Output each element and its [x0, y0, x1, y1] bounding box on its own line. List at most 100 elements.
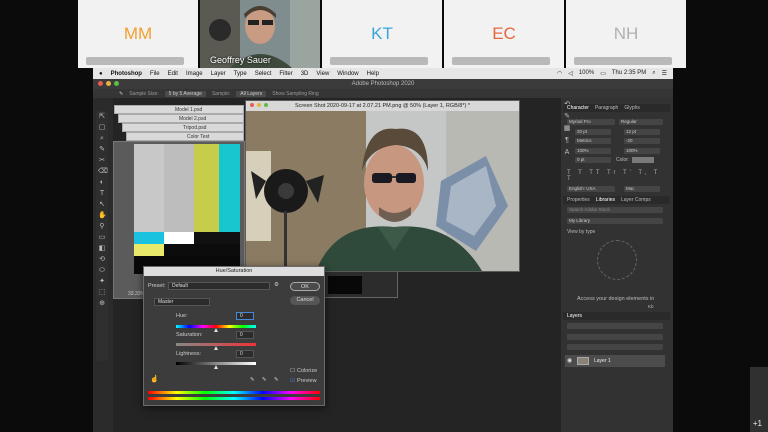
eyedropper-plus-icon[interactable]: ✎ — [262, 377, 267, 383]
doc-window-color-test[interactable]: Color Test — [126, 132, 244, 141]
zoom-tool-icon[interactable]: ⚲ — [98, 223, 106, 231]
frame-tool-icon[interactable]: ⬚ — [98, 289, 106, 297]
battery-text[interactable]: 100% — [579, 70, 594, 77]
participant-tile-ec[interactable]: EC — [444, 0, 564, 68]
paragraph-icon[interactable]: ¶ — [563, 137, 571, 145]
type-style-buttons[interactable]: T T TT Tr T' T, T T — [567, 170, 663, 182]
saturation-slider-thumb[interactable] — [214, 346, 218, 350]
layer-name[interactable]: Layer 1 — [594, 358, 611, 364]
library-search-input[interactable]: Search Adobe Stock — [567, 207, 663, 213]
show-sampling-ring-checkbox[interactable]: Show Sampling Ring — [272, 91, 318, 97]
menu-window[interactable]: Window — [337, 71, 358, 77]
move-tool-icon[interactable]: ⇱ — [98, 113, 106, 121]
eyedropper-icon[interactable]: ✎ — [119, 91, 123, 97]
lightness-slider-thumb[interactable] — [214, 365, 218, 369]
lock-row[interactable] — [567, 344, 663, 350]
colorize-label[interactable]: Colorize — [297, 368, 317, 374]
font-family-select[interactable]: Myriad Pro — [567, 119, 615, 125]
menu-select[interactable]: Select — [255, 71, 272, 77]
document-canvas[interactable] — [246, 111, 519, 271]
targeted-adjustment-hand-icon[interactable]: ☝ — [150, 375, 159, 383]
quick-select-tool-icon[interactable]: ✎ — [98, 146, 106, 154]
hue-value[interactable]: 0 — [236, 312, 254, 320]
menu-list-icon[interactable]: ☰ — [662, 70, 667, 77]
layer-row[interactable]: ◉ Layer 1 — [565, 355, 665, 367]
eraser-tool-icon[interactable]: ⌫ — [98, 168, 108, 176]
gradient-tool-icon[interactable]: ◧ — [98, 245, 106, 253]
layer-filter-row[interactable] — [567, 323, 663, 329]
menu-3d[interactable]: 3D — [301, 71, 309, 77]
dodge-tool-icon[interactable]: ◐ — [98, 179, 106, 187]
saturation-value[interactable]: 0 — [236, 331, 254, 339]
blend-mode-row[interactable] — [567, 334, 663, 340]
menu-help[interactable]: Help — [367, 71, 379, 77]
clock[interactable]: Thu 2:35 PM — [612, 70, 646, 77]
baseline-field[interactable]: 0 pt — [575, 157, 611, 163]
path-select-tool-icon[interactable]: ↖ — [98, 201, 106, 209]
eyedropper-icon[interactable]: ✎ — [250, 377, 255, 383]
zoom-dot-icon[interactable] — [264, 103, 268, 107]
tab-properties[interactable]: Properties — [567, 197, 590, 203]
marquee-tool-icon[interactable]: ▢ — [98, 124, 106, 132]
participant-tile-nh[interactable]: NH — [566, 0, 686, 68]
rectangle-tool-icon[interactable]: ▭ — [98, 234, 106, 242]
crop-tool-icon[interactable]: ✂ — [98, 157, 106, 165]
participant-tile-kt[interactable]: KT — [322, 0, 442, 68]
font-size-field[interactable]: 20 pt — [575, 129, 611, 135]
doc-window-tripod[interactable]: Tripod.psd — [122, 123, 244, 132]
anti-alias-select[interactable]: Mac — [624, 186, 660, 192]
library-select[interactable]: My Library — [567, 218, 663, 224]
dialog-title[interactable]: Hue/Saturation — [144, 267, 324, 276]
menu-filter[interactable]: Filter — [279, 71, 292, 77]
type-tool-icon[interactable]: T — [98, 190, 106, 198]
wifi-icon[interactable]: ◠ — [557, 70, 562, 77]
zoom-dot-icon[interactable] — [114, 81, 119, 86]
menu-view[interactable]: View — [316, 71, 329, 77]
character-icon[interactable]: A — [563, 149, 571, 157]
tab-glyphs[interactable]: Glyphs — [624, 105, 640, 111]
minimize-dot-icon[interactable] — [257, 103, 261, 107]
tab-layer-comps[interactable]: Layer Comps — [621, 197, 651, 203]
view-by-type[interactable]: View by type — [567, 229, 595, 235]
tab-layers[interactable]: Layers — [567, 313, 582, 319]
menu-file[interactable]: File — [150, 71, 160, 77]
eyedropper-minus-icon[interactable]: ✎ — [274, 377, 279, 383]
colorize-checkbox-icon[interactable]: ☐ — [290, 368, 295, 374]
more-participants-count[interactable]: +1 — [753, 419, 762, 428]
hand-tool-icon[interactable]: ✋ — [98, 212, 107, 220]
lightness-value[interactable]: 0 — [236, 350, 254, 358]
tab-paragraph[interactable]: Paragraph — [595, 105, 618, 111]
pen-tool-icon[interactable]: ⊕ — [98, 300, 106, 308]
sample-size-select[interactable]: 5 by 5 Average — [164, 90, 206, 97]
preview-label[interactable]: Preview — [297, 378, 317, 384]
swatches-icon[interactable]: ▦ — [563, 125, 571, 133]
channel-select[interactable]: Master — [154, 298, 210, 306]
leading-field[interactable]: 12 pt — [624, 129, 660, 135]
sample-select[interactable]: All Layers — [236, 90, 267, 97]
lasso-tool-icon[interactable]: ⌕ — [98, 135, 106, 143]
cancel-button[interactable]: Cancel — [290, 296, 320, 305]
menu-app-name[interactable]: Photoshop — [111, 71, 142, 77]
apple-icon[interactable]: ● — [99, 71, 103, 77]
history-brush-tool-icon[interactable]: ⟲ — [98, 256, 106, 264]
menu-layer[interactable]: Layer — [211, 71, 226, 77]
volume-icon[interactable]: ◁ — [568, 70, 573, 77]
doc-window-model1[interactable]: Model 1.psd — [114, 105, 244, 114]
close-dot-icon[interactable] — [250, 103, 254, 107]
close-dot-icon[interactable] — [98, 81, 103, 86]
participant-video-geoffrey[interactable]: Geoffrey Sauer — [200, 0, 320, 68]
tab-character[interactable]: Character — [567, 105, 589, 111]
tracking-field[interactable]: -20 — [624, 138, 660, 144]
tab-libraries[interactable]: Libraries — [596, 197, 615, 203]
healing-tool-icon[interactable]: ✦ — [98, 278, 106, 286]
language-select[interactable]: English: USA — [567, 186, 615, 192]
vertical-scale-field[interactable]: 100% — [575, 148, 611, 154]
visibility-eye-icon[interactable]: ◉ — [567, 357, 572, 364]
minimize-dot-icon[interactable] — [106, 81, 111, 86]
doc-window-model2[interactable]: Model 2.psd — [118, 114, 244, 123]
preview-checkbox-icon[interactable]: ☑ — [290, 378, 295, 384]
participant-tile-mm[interactable]: MM — [78, 0, 198, 68]
ellipse-tool-icon[interactable]: ⬭ — [98, 267, 106, 275]
horizontal-scale-field[interactable]: 100% — [624, 148, 660, 154]
search-icon[interactable]: ⌕ — [652, 70, 655, 77]
